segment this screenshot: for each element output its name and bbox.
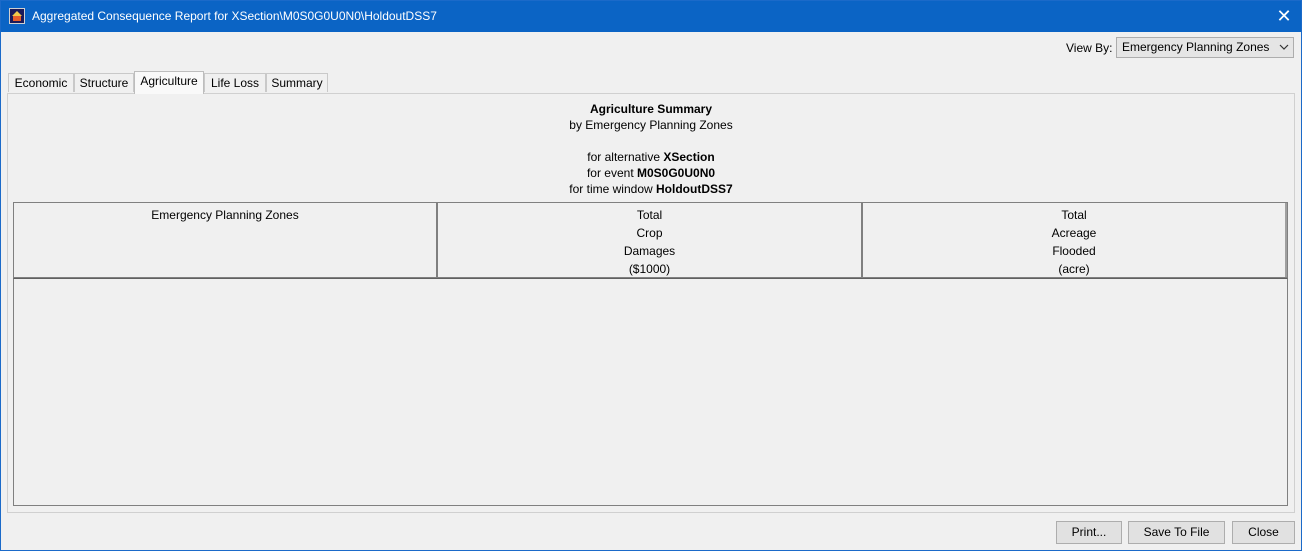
print-button[interactable]: Print...	[1056, 521, 1122, 544]
header-line: Total	[1061, 208, 1087, 222]
view-by-select[interactable]: Emergency Planning Zones	[1116, 37, 1294, 58]
alternative-value: XSection	[663, 150, 715, 164]
table-body[interactable]	[13, 278, 1288, 506]
summary-title: Agriculture Summary	[589, 102, 713, 116]
summary-time-window: for time window HoldoutDSS7	[0, 182, 1302, 196]
view-by-selected: Emergency Planning Zones	[1122, 40, 1270, 54]
alternative-prefix: for alternative	[587, 150, 660, 164]
time-window-value: HoldoutDSS7	[656, 182, 733, 196]
header-line: Emergency Planning Zones	[151, 208, 299, 222]
app-icon	[9, 8, 25, 24]
tab-agriculture[interactable]: Agriculture	[134, 71, 204, 94]
column-header-zones[interactable]: Emergency Planning Zones	[14, 203, 438, 277]
header-line: Flooded	[1052, 244, 1096, 258]
column-header-crop-damages[interactable]: Total Crop Damages ($1000)	[438, 203, 863, 277]
tab-summary[interactable]: Summary	[266, 73, 328, 92]
time-window-prefix: for time window	[569, 182, 653, 196]
summary-alternative: for alternative XSection	[0, 150, 1302, 164]
header-line: Crop	[636, 226, 663, 240]
chevron-down-icon	[1278, 38, 1290, 63]
view-by-label: View By:	[1066, 41, 1113, 55]
window-title: Aggregated Consequence Report for XSecti…	[32, 9, 437, 23]
summary-event: for event M0S0G0U0N0	[0, 166, 1302, 180]
header-line: (acre)	[1058, 262, 1090, 276]
column-header-acreage-flooded[interactable]: Total Acreage Flooded (acre)	[863, 203, 1287, 277]
close-button[interactable]: Close	[1232, 521, 1295, 544]
save-to-file-button[interactable]: Save To File	[1128, 521, 1225, 544]
header-line: ($1000)	[628, 262, 671, 276]
event-value: M0S0G0U0N0	[637, 166, 716, 180]
summary-subtitle: by Emergency Planning Zones	[569, 118, 733, 132]
header-line: Damages	[623, 244, 676, 258]
event-prefix: for event	[586, 166, 634, 180]
close-window-icon[interactable]: ✕	[1273, 5, 1295, 27]
tab-structure[interactable]: Structure	[74, 73, 134, 92]
tab-life-loss[interactable]: Life Loss	[204, 73, 266, 92]
header-line: Total	[636, 208, 663, 222]
header-line: Acreage	[1051, 226, 1097, 240]
tab-economic[interactable]: Economic	[8, 73, 74, 92]
title-bar[interactable]: Aggregated Consequence Report for XSecti…	[1, 1, 1301, 32]
table-header: Emergency Planning Zones Total Crop Dama…	[13, 202, 1288, 278]
